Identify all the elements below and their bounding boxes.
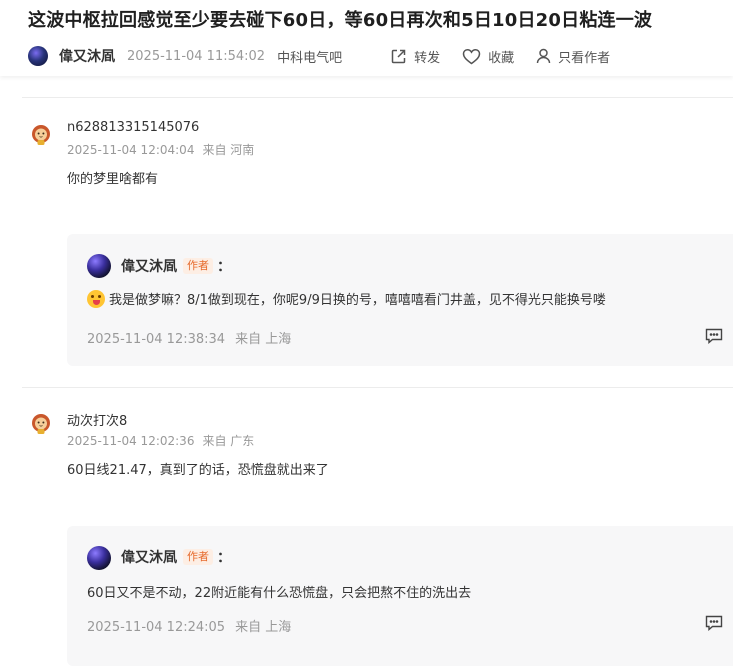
favorite-button[interactable]: 收藏 <box>462 47 514 66</box>
author-avatar[interactable] <box>28 46 48 66</box>
reply-timestamp: 2025-11-04 12:02:36 <box>67 434 195 448</box>
sub-reply-user: 偉又沐凮 作者 ： <box>121 547 231 567</box>
author-badge: 作者 <box>183 258 213 274</box>
author-avatar[interactable] <box>87 254 111 278</box>
heart-icon <box>462 48 481 64</box>
thread-author[interactable]: 偉又沐凮 <box>59 46 115 66</box>
sub-reply-time: 2025-11-04 12:38:34 来自 上海 <box>87 328 291 347</box>
sub-reply-username[interactable]: 偉又沐凮 <box>121 547 177 567</box>
sub-reply-box: 偉又沐凮 作者 ： 我是做梦嘛？8/1做到现在，你呢9/9日换的号，嘻嘻嘻看门井… <box>67 234 733 366</box>
sub-reply-username[interactable]: 偉又沐凮 <box>121 256 177 276</box>
colon: ： <box>217 550 231 566</box>
sub-reply-location: 来自 上海 <box>235 620 292 635</box>
author-avatar[interactable] <box>87 546 111 570</box>
favorite-label: 收藏 <box>488 50 515 66</box>
comment-icon[interactable] <box>705 615 723 631</box>
grinning-emoji-icon <box>87 289 105 308</box>
thread-time: 2025-11-04 11:54:02 <box>127 48 266 64</box>
thread-meta: 偉又沐凮 2025-11-04 11:54:02 中科电气吧 转发 收藏 只看作… <box>28 44 632 68</box>
sub-reply-content: 60日又不是不动，22附近能有什么恐慌盘，只会把熬不住的洗出去 <box>87 582 471 601</box>
reply-content: 你的梦里啥都有 <box>67 172 159 187</box>
lion-mascot-avatar[interactable] <box>30 413 52 435</box>
comment-icon[interactable] <box>705 328 723 344</box>
reply-username[interactable]: n628813315145076 <box>67 120 199 135</box>
forward-button[interactable]: 转发 <box>390 47 440 66</box>
forum-link[interactable]: 中科电气吧 <box>277 47 342 66</box>
sub-reply-time: 2025-11-04 12:24:05 来自 上海 <box>87 616 291 635</box>
sub-reply-timestamp: 2025-11-04 12:38:34 <box>87 332 226 347</box>
person-icon <box>536 48 551 64</box>
sub-reply-user: 偉又沐凮 作者 ： <box>121 256 231 276</box>
only-author-button[interactable]: 只看作者 <box>536 47 610 66</box>
thread-header: 这波中枢拉回感觉至少要去碰下60日，等60日再次和5日10日20日粘连一波 偉又… <box>0 0 733 76</box>
only-author-label: 只看作者 <box>558 50 611 66</box>
reply-username[interactable]: 动次打次8 <box>67 410 127 429</box>
lion-mascot-avatar[interactable] <box>30 124 52 146</box>
sub-reply-box: 偉又沐凮 作者 ： 60日又不是不动，22附近能有什么恐慌盘，只会把熬不住的洗出… <box>67 526 733 666</box>
sub-reply-text: 我是做梦嘛？8/1做到现在，你呢9/9日换的号，嘻嘻嘻看门井盖，见不得光只能换号… <box>109 293 606 308</box>
divider <box>22 97 733 98</box>
thread-title: 这波中枢拉回感觉至少要去碰下60日，等60日再次和5日10日20日粘连一波 <box>28 10 653 31</box>
reply-time: 2025-11-04 12:04:04 来自 河南 <box>67 141 254 158</box>
reply-time: 2025-11-04 12:02:36 来自 广东 <box>67 432 254 449</box>
reply-content: 60日线21.47，真到了的话，恐慌盘就出来了 <box>67 463 329 478</box>
reply-timestamp: 2025-11-04 12:04:04 <box>67 143 195 157</box>
divider <box>22 387 733 388</box>
sub-reply-location: 来自 上海 <box>235 332 292 347</box>
sub-reply-text: 60日又不是不动，22附近能有什么恐慌盘，只会把熬不住的洗出去 <box>87 586 472 601</box>
sub-reply-timestamp: 2025-11-04 12:24:05 <box>87 620 226 635</box>
forward-icon <box>391 49 406 63</box>
forward-label: 转发 <box>414 50 441 66</box>
colon: ： <box>217 259 231 275</box>
reply-location: 来自 广东 <box>202 434 255 448</box>
author-badge: 作者 <box>183 549 213 565</box>
sub-reply-content: 我是做梦嘛？8/1做到现在，你呢9/9日换的号，嘻嘻嘻看门井盖，见不得光只能换号… <box>87 289 606 308</box>
reply-location: 来自 河南 <box>202 143 255 157</box>
